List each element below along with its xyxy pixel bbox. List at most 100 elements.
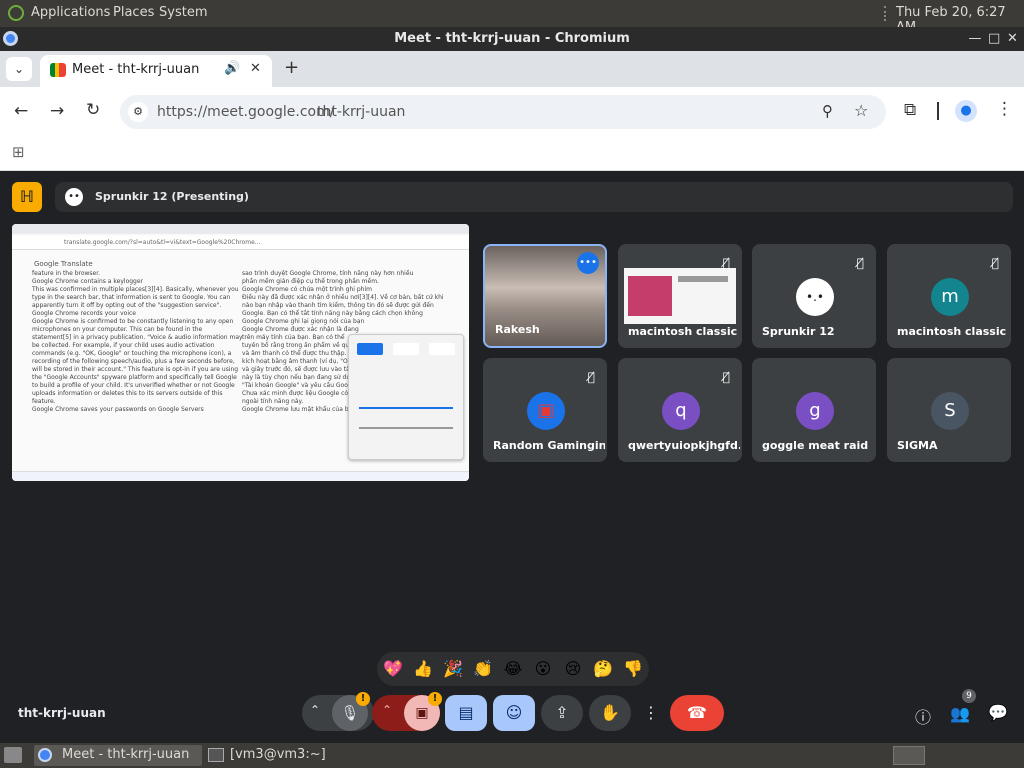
site-info-icon[interactable]: ⚙ bbox=[128, 102, 148, 122]
extensions-icon[interactable]: ⧉ bbox=[904, 100, 916, 120]
participant-name: SIGMA bbox=[897, 439, 938, 452]
qs-volume-slider bbox=[359, 427, 453, 429]
preview-thumbnail bbox=[628, 276, 672, 316]
qs-wifi-tile bbox=[357, 343, 383, 355]
reload-icon[interactable]: ↻ bbox=[86, 100, 100, 120]
url-path: tht-krrj-uuan bbox=[317, 104, 406, 120]
menu-applications[interactable]: Applications bbox=[31, 5, 110, 20]
reaction-thumbs-down[interactable]: 👎 bbox=[620, 656, 646, 682]
shared-screen[interactable]: translate.google.com/?sl=auto&tl=vi&text… bbox=[12, 224, 469, 481]
meeting-info-icon[interactable]: ⓘ bbox=[915, 704, 931, 728]
participant-tile-sprunkir[interactable]: •.• 🎙̸ Sprunkir 12 bbox=[752, 244, 876, 348]
menu-kebab-icon[interactable]: ⋮ bbox=[996, 99, 1013, 119]
reaction-clap[interactable]: 👏 bbox=[470, 656, 496, 682]
shared-text-line: microphones on your computer. This can b… bbox=[32, 326, 203, 333]
shared-text-line: Google Chrome được xác nhận là đang bbox=[242, 326, 359, 333]
participant-tile-rakesh[interactable]: ••• Rakesh bbox=[483, 244, 607, 348]
os-taskbar: Meet - tht-krrj-uuan [vm3@vm3:~] bbox=[0, 743, 1024, 768]
speaker-icon[interactable]: 🔊 bbox=[224, 61, 240, 76]
reaction-heart[interactable]: 💖 bbox=[380, 656, 406, 682]
maximize-icon[interactable]: □ bbox=[988, 27, 1000, 51]
more-options-kebab-icon[interactable]: ⋮ bbox=[637, 695, 665, 731]
present-screen-icon[interactable]: ⇪ bbox=[541, 695, 583, 731]
shared-text-line: Google Chrome có chứa một trình ghi phím bbox=[242, 286, 372, 293]
shared-text-line: commands (e.g. "OK, Google" or touching … bbox=[32, 350, 232, 357]
apps-grid-icon[interactable]: ⊞ bbox=[12, 143, 25, 161]
participant-name: goggle meat raid bbox=[762, 439, 869, 452]
people-count-badge: 9 bbox=[962, 689, 976, 703]
reaction-party[interactable]: 🎉 bbox=[440, 656, 466, 682]
raise-hand-icon[interactable]: ✋ bbox=[589, 695, 631, 731]
chat-icon[interactable]: 💬 bbox=[988, 703, 1008, 722]
mic-off-icon: 🎙̸ bbox=[991, 256, 999, 270]
shared-text-line: feature. bbox=[32, 398, 56, 405]
show-desktop-icon[interactable] bbox=[4, 747, 22, 763]
chromium-icon bbox=[3, 31, 18, 46]
participant-tile-qwerty[interactable]: q 🎙̸ qwertyuiopkjhgfd... bbox=[618, 358, 742, 462]
participant-tile-macintosh-classic[interactable]: 🎙̸ macintosh classic bbox=[618, 244, 742, 348]
camera-control-group: ⌃ ▣ ! bbox=[372, 692, 442, 731]
url-host: https://meet.google.com/ bbox=[157, 104, 335, 120]
close-tab-icon[interactable]: ✕ bbox=[250, 61, 261, 76]
tab-meet[interactable]: Meet - tht-krrj-uuan 🔊 ✕ bbox=[40, 55, 272, 87]
mic-options-chevron-icon[interactable]: ⌃ bbox=[310, 703, 320, 717]
participant-tile-sigma[interactable]: S SIGMA bbox=[887, 358, 1011, 462]
participant-tile-macintosh-classic-1[interactable]: m 🎙̸ macintosh classic 1 bbox=[887, 244, 1011, 348]
captions-icon[interactable]: ▤ bbox=[445, 695, 487, 731]
participant-tile-goggle[interactable]: g goggle meat raid bbox=[752, 358, 876, 462]
address-bar[interactable]: ⚙ https://meet.google.com/ tht-krrj-uuan… bbox=[120, 95, 886, 129]
shared-text-line: Điều này đã được xác nhận ở nhiều nơi[3]… bbox=[242, 294, 444, 301]
leave-call-icon[interactable]: ☎ bbox=[670, 695, 724, 731]
avatar: S bbox=[931, 392, 969, 430]
participant-name: qwertyuiopkjhgfd... bbox=[628, 439, 740, 452]
qs-airplane-tile bbox=[429, 343, 455, 355]
reaction-surprised[interactable]: 😮 bbox=[530, 656, 556, 682]
camera-options-chevron-icon[interactable]: ⌃ bbox=[382, 703, 392, 717]
menu-system[interactable]: System bbox=[159, 5, 207, 20]
screen-preview bbox=[624, 268, 736, 324]
toolbar-divider bbox=[937, 102, 939, 120]
presenter-badge-icon[interactable]: ℍ bbox=[12, 182, 42, 212]
taskbar-item-chromium[interactable]: Meet - tht-krrj-uuan bbox=[34, 745, 202, 766]
new-tab-icon[interactable]: + bbox=[284, 57, 299, 78]
presenting-bar: •• Sprunkir 12 (Presenting) bbox=[55, 182, 1013, 212]
shared-text-line: recording of the following speech/audio,… bbox=[32, 358, 235, 365]
shared-text-line: Google Chrome saves your passwords on Go… bbox=[32, 406, 204, 413]
more-options-icon[interactable]: ••• bbox=[577, 252, 599, 274]
workspace-switcher[interactable] bbox=[893, 746, 925, 765]
shared-text-line: will be stored in their account." This f… bbox=[32, 366, 239, 373]
avatar: ▣ bbox=[527, 392, 565, 430]
bookmark-star-icon[interactable]: ☆ bbox=[854, 101, 868, 120]
participant-tile-random-gaming[interactable]: ▣ 🎙̸ Random Gamingin... bbox=[483, 358, 607, 462]
tab-title: Meet - tht-krrj-uuan bbox=[72, 62, 200, 77]
reaction-thumbs-up[interactable]: 👍 bbox=[410, 656, 436, 682]
shared-urlbar: translate.google.com/?sl=auto&tl=vi&text… bbox=[12, 236, 469, 250]
qs-brightness-slider bbox=[359, 407, 453, 409]
taskbar-item-terminal[interactable]: [vm3@vm3:~] bbox=[206, 745, 376, 766]
shared-text-line: feature in the browser. bbox=[32, 270, 101, 277]
shared-tabbar bbox=[12, 224, 469, 234]
emoji-reactions-icon[interactable]: ☺ bbox=[493, 695, 535, 731]
reaction-sad[interactable]: 😢 bbox=[560, 656, 586, 682]
profile-icon[interactable]: ● bbox=[955, 100, 977, 122]
minimize-icon[interactable]: — bbox=[968, 27, 982, 51]
close-window-icon[interactable]: ✕ bbox=[1007, 27, 1018, 51]
menu-places[interactable]: Places bbox=[113, 5, 154, 20]
chromium-task-icon bbox=[38, 748, 52, 762]
reaction-thinking[interactable]: 🤔 bbox=[590, 656, 616, 682]
zoom-search-icon[interactable]: ⚲ bbox=[822, 102, 833, 120]
back-icon[interactable]: ← bbox=[14, 101, 28, 121]
avatar: g bbox=[796, 392, 834, 430]
mic-warning-icon: ! bbox=[356, 692, 370, 706]
reaction-laugh[interactable]: 😂 bbox=[500, 656, 526, 682]
tab-search-chevron-icon[interactable]: ⌄ bbox=[6, 57, 32, 81]
window-title: Meet - tht-krrj-uuan - Chromium bbox=[394, 31, 630, 46]
taskbar-terminal-label: [vm3@vm3:~] bbox=[230, 747, 326, 762]
people-icon[interactable]: 👥 bbox=[950, 704, 970, 723]
forward-icon[interactable]: → bbox=[50, 101, 64, 121]
bookmarks-bar: ⊞ bbox=[0, 137, 1024, 171]
os-logo-icon[interactable] bbox=[8, 5, 24, 21]
taskbar-chromium-label: Meet - tht-krrj-uuan bbox=[62, 747, 190, 762]
camera-warning-icon: ! bbox=[428, 692, 442, 706]
meeting-code: tht-krrj-uuan bbox=[18, 706, 106, 720]
